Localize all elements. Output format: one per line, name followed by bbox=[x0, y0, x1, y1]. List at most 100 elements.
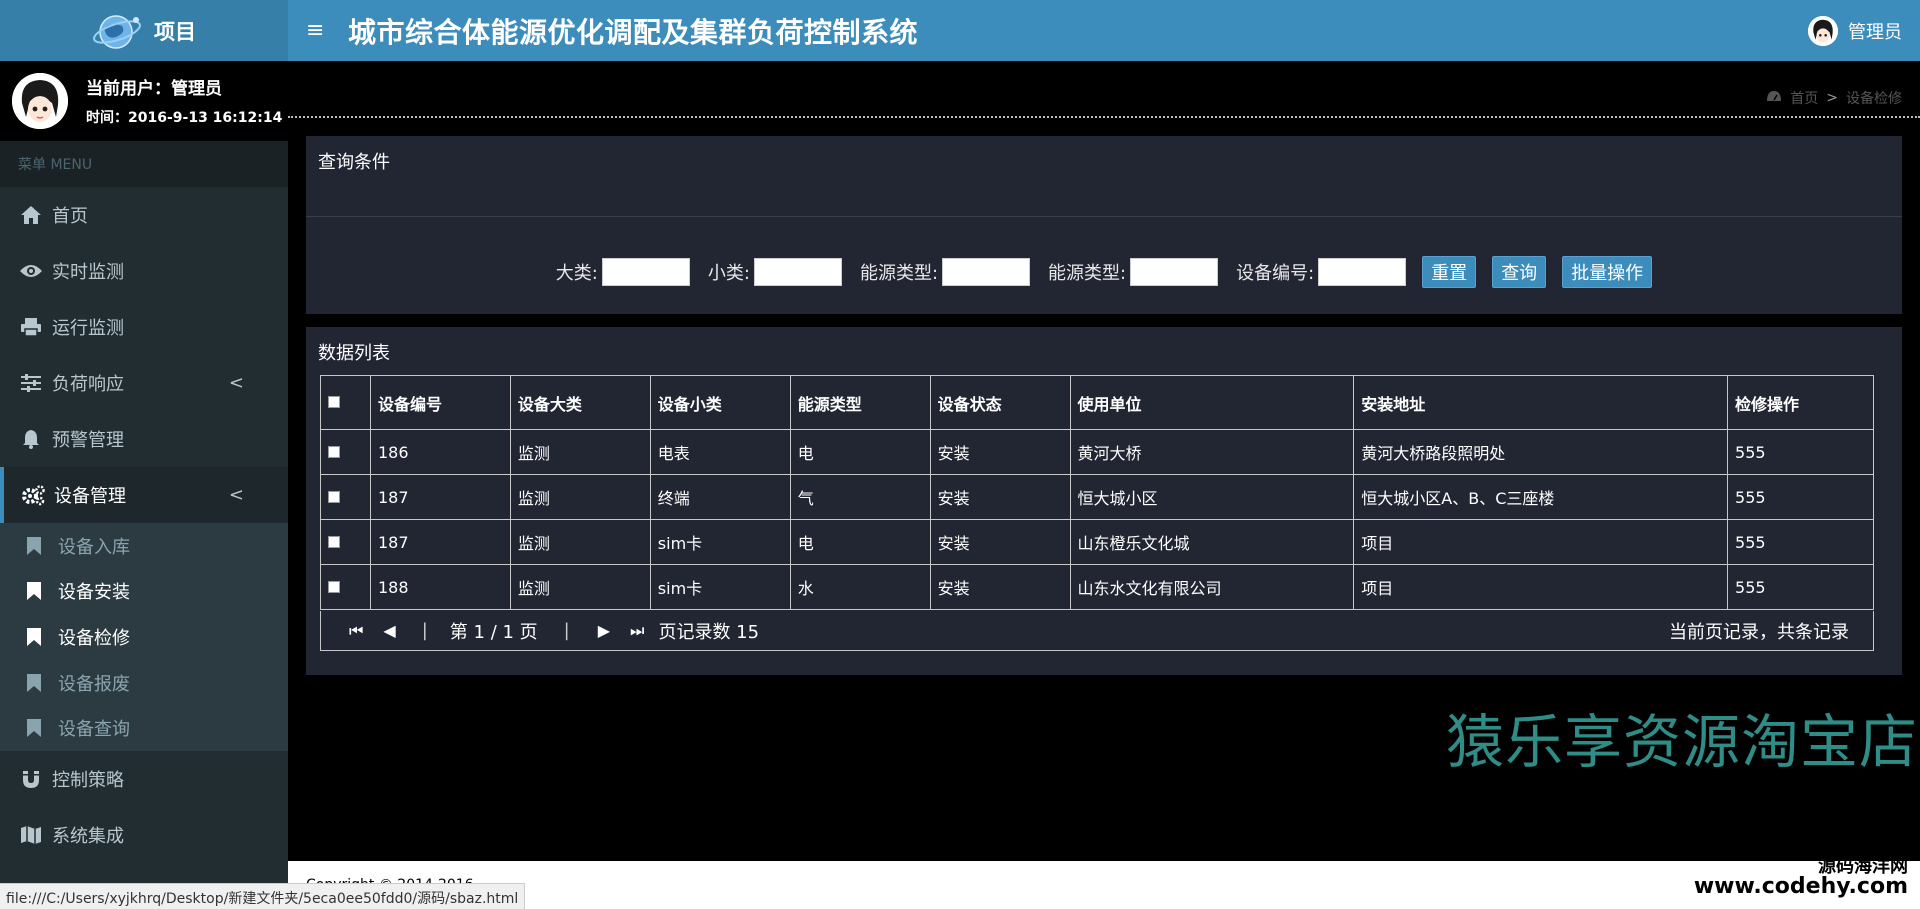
table-cell: 555 bbox=[1727, 519, 1874, 565]
table-header-row: 设备编号 设备大类 设备小类 能源类型 设备状态 使用单位 安装地址 检修操作 bbox=[320, 375, 1874, 430]
energy-type-input[interactable] bbox=[942, 258, 1031, 286]
row-checkbox[interactable] bbox=[320, 429, 371, 475]
energy-type-label-2: 能源类型: bbox=[1048, 263, 1127, 284]
column-header: 安装地址 bbox=[1353, 375, 1729, 430]
data-list-panel: 数据列表 设备编号 设备大类 设备小类 能源类型 设备状态 使用单位 安装地址 … bbox=[306, 327, 1902, 675]
batch-operation-button[interactable]: 批量操作 bbox=[1562, 256, 1653, 288]
site-watermark-line2: www.codehy.com bbox=[1693, 874, 1908, 899]
bookmark-icon bbox=[26, 581, 42, 601]
table-cell: 安装 bbox=[929, 519, 1071, 565]
sidebar-item-label: 首页 bbox=[52, 206, 88, 227]
column-header: 能源类型 bbox=[789, 375, 931, 430]
footer bbox=[288, 861, 1920, 909]
sidebar-item-label: 负荷响应 bbox=[52, 374, 124, 395]
dashboard-icon bbox=[1766, 90, 1782, 106]
table-cell: 山东橙乐文化城 bbox=[1069, 519, 1355, 565]
bookmark-icon bbox=[26, 673, 42, 693]
column-header: 设备编号 bbox=[369, 375, 511, 430]
submenu-item-label: 设备查询 bbox=[58, 719, 130, 741]
sidebar-item-label: 运行监测 bbox=[52, 318, 124, 339]
sidebar-item-device-management[interactable]: 设备管理 < bbox=[0, 467, 288, 523]
data-table: 设备编号 设备大类 设备小类 能源类型 设备状态 使用单位 安装地址 检修操作 … bbox=[320, 375, 1874, 610]
table-row: 187 监测 终端 气 安装 恒大城小区 恒大城小区A、B、C三座楼 555 bbox=[320, 474, 1874, 520]
row-checkbox[interactable] bbox=[320, 474, 371, 520]
energy-type-input-2[interactable] bbox=[1130, 258, 1219, 286]
table-cell: 187 bbox=[369, 474, 511, 520]
subcategory-label: 小类: bbox=[707, 263, 750, 284]
subcategory-input[interactable] bbox=[753, 258, 842, 286]
top-user-menu[interactable]: 管理员 bbox=[1808, 0, 1902, 61]
search-button[interactable]: 查询 bbox=[1492, 256, 1547, 288]
category-input[interactable] bbox=[601, 258, 690, 286]
submenu-item-label: 设备安装 bbox=[58, 582, 130, 604]
table-row: 187 监测 sim卡 电 安装 山东橙乐文化城 项目 555 bbox=[320, 519, 1874, 565]
submenu-item-device-query[interactable]: 设备查询 bbox=[0, 705, 288, 751]
submenu-item-device-repair[interactable]: 设备检修 bbox=[0, 614, 288, 660]
bell-icon bbox=[18, 428, 44, 450]
sidebar-item-control-strategy[interactable]: 控制策略 bbox=[0, 751, 288, 807]
avatar bbox=[12, 72, 68, 129]
device-number-input[interactable] bbox=[1318, 258, 1407, 286]
sidebar-item-system-integration[interactable]: 系统集成 bbox=[0, 807, 288, 863]
submenu-item-device-install[interactable]: 设备安装 bbox=[0, 569, 288, 615]
first-page-icon[interactable]: ⏮ bbox=[349, 621, 363, 641]
chevron-left-icon: < bbox=[228, 484, 244, 506]
sidebar-item-label: 控制策略 bbox=[52, 769, 124, 791]
submenu-item-device-storage[interactable]: 设备入库 bbox=[0, 523, 288, 569]
row-checkbox[interactable] bbox=[320, 564, 371, 610]
submenu-item-label: 设备报废 bbox=[58, 673, 130, 695]
table-cell: 188 bbox=[369, 564, 511, 610]
category-label: 大类: bbox=[555, 263, 598, 284]
breadcrumb-home[interactable]: 首页 bbox=[1790, 88, 1818, 108]
page-size-text: 页记录数 15 bbox=[658, 621, 760, 643]
table-row: 186 监测 电表 电 安装 黄河大桥 黄河大桥路段照明处 555 bbox=[320, 429, 1874, 475]
table-cell: 555 bbox=[1727, 474, 1874, 520]
select-all-checkbox[interactable] bbox=[320, 375, 371, 430]
column-header: 使用单位 bbox=[1069, 375, 1355, 430]
pager: ⏮ ◀ | 第 1 / 1 页 | ▶ ⏭ 页记录数 15 当前页记录，共条记录 bbox=[320, 611, 1874, 651]
device-submenu: 设备入库 设备安装 设备检修 设备报废 设备查询 bbox=[0, 523, 288, 751]
row-checkbox[interactable] bbox=[320, 519, 371, 565]
table-row: 188 监测 sim卡 水 安装 山东水文化有限公司 项目 555 bbox=[320, 564, 1874, 610]
reset-button[interactable]: 重置 bbox=[1422, 256, 1477, 288]
table-cell: 黄河大桥 bbox=[1069, 429, 1355, 475]
logo-label: 项目 bbox=[154, 19, 196, 44]
sidebar-item-load-response[interactable]: 负荷响应 < bbox=[0, 355, 288, 411]
submenu-item-device-scrap[interactable]: 设备报废 bbox=[0, 660, 288, 706]
next-page-icon[interactable]: ▶ bbox=[598, 621, 610, 640]
status-bar-url: file:///C:/Users/xyjkhrq/Desktop/新建文件夹/5… bbox=[0, 883, 526, 909]
bookmark-icon bbox=[26, 718, 42, 738]
pager-divider: | bbox=[563, 620, 570, 641]
table-cell: 恒大城小区 bbox=[1069, 474, 1355, 520]
table-cell: 水 bbox=[789, 564, 931, 610]
hamburger-menu-icon[interactable]: ≡ bbox=[306, 18, 334, 43]
magnet-icon bbox=[18, 768, 44, 790]
gears-icon bbox=[20, 484, 46, 506]
sliders-icon bbox=[18, 372, 44, 394]
print-icon bbox=[18, 316, 44, 338]
map-icon bbox=[18, 824, 44, 846]
sidebar-item-alerts[interactable]: 预警管理 bbox=[0, 411, 288, 467]
table-cell: 电表 bbox=[649, 429, 791, 475]
sidebar-item-operation[interactable]: 运行监测 bbox=[0, 299, 288, 355]
query-panel-title: 查询条件 bbox=[318, 152, 390, 173]
table-cell: 监测 bbox=[509, 519, 651, 565]
pager-divider: | bbox=[421, 620, 428, 641]
menu-header: 菜单 MENU bbox=[0, 141, 288, 187]
prev-page-icon[interactable]: ◀ bbox=[383, 621, 395, 640]
logo-bar[interactable]: 项目 bbox=[0, 0, 288, 61]
sidebar-item-label: 系统集成 bbox=[52, 825, 124, 847]
sidebar: 项目 当前用户：管理员 时间：2016-9-13 16:12:14 菜单 MEN bbox=[0, 0, 288, 909]
breadcrumb-separator: > bbox=[1826, 90, 1838, 106]
table-cell: 项目 bbox=[1353, 519, 1729, 565]
table-cell: 终端 bbox=[649, 474, 791, 520]
last-page-icon[interactable]: ⏭ bbox=[630, 621, 644, 641]
sidebar-item-realtime[interactable]: 实时监测 bbox=[0, 243, 288, 299]
globe-logo-icon bbox=[92, 10, 142, 52]
sidebar-item-home[interactable]: 首页 bbox=[0, 187, 288, 243]
table-cell: 恒大城小区A、B、C三座楼 bbox=[1353, 474, 1729, 520]
column-header: 检修操作 bbox=[1727, 375, 1874, 430]
divider bbox=[288, 116, 1920, 118]
query-form: 大类: 小类: 能源类型: 能源类型: 设备编号: 重置 查询 批量操作 bbox=[306, 256, 1902, 288]
record-summary: 当前页记录，共条记录 bbox=[1669, 621, 1849, 643]
